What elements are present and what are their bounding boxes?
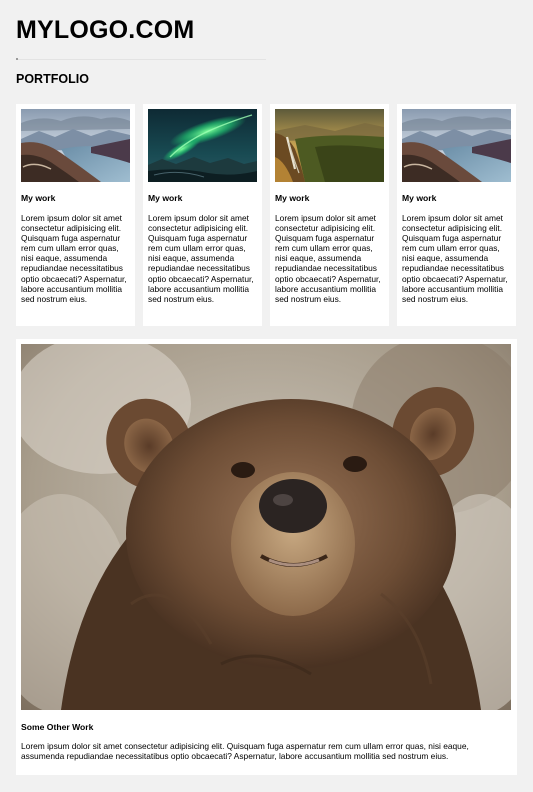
portfolio-heading: PORTFOLIO — [16, 72, 89, 86]
card-title: My work — [21, 193, 56, 203]
brown-bear-image[interactable] — [21, 344, 511, 710]
featured-work-card[interactable]: Some Other Work Lorem ipsum dolor sit am… — [16, 339, 517, 775]
feature-title: Some Other Work — [21, 722, 94, 732]
portfolio-card[interactable]: My work Lorem ipsum dolor sit amet conse… — [397, 104, 516, 326]
mountain-lake-image[interactable] — [402, 109, 511, 182]
card-title: My work — [148, 193, 183, 203]
card-description: Lorem ipsum dolor sit amet consectetur a… — [275, 213, 381, 304]
card-title: My work — [402, 193, 437, 203]
portfolio-card[interactable]: My work Lorem ipsum dolor sit amet conse… — [270, 104, 389, 326]
header-divider — [16, 59, 266, 60]
portfolio-card[interactable]: My work Lorem ipsum dolor sit amet conse… — [143, 104, 262, 326]
card-title: My work — [275, 193, 310, 203]
mountain-lake-image[interactable] — [21, 109, 130, 182]
card-description: Lorem ipsum dolor sit amet consectetur a… — [148, 213, 254, 304]
card-description: Lorem ipsum dolor sit amet consectetur a… — [21, 213, 127, 304]
site-header: MYLOGO.COM — [16, 14, 517, 46]
portfolio-card[interactable]: My work Lorem ipsum dolor sit amet conse… — [16, 104, 135, 326]
divider-marker — [16, 58, 18, 60]
feature-description: Lorem ipsum dolor sit amet consectetur a… — [21, 741, 469, 762]
site-logo[interactable]: MYLOGO.COM — [16, 14, 517, 46]
northern-lights-image[interactable] — [148, 109, 257, 182]
card-description: Lorem ipsum dolor sit amet consectetur a… — [402, 213, 508, 304]
portfolio-grid: My work Lorem ipsum dolor sit amet conse… — [16, 104, 517, 326]
waterfall-valley-image[interactable] — [275, 109, 384, 182]
